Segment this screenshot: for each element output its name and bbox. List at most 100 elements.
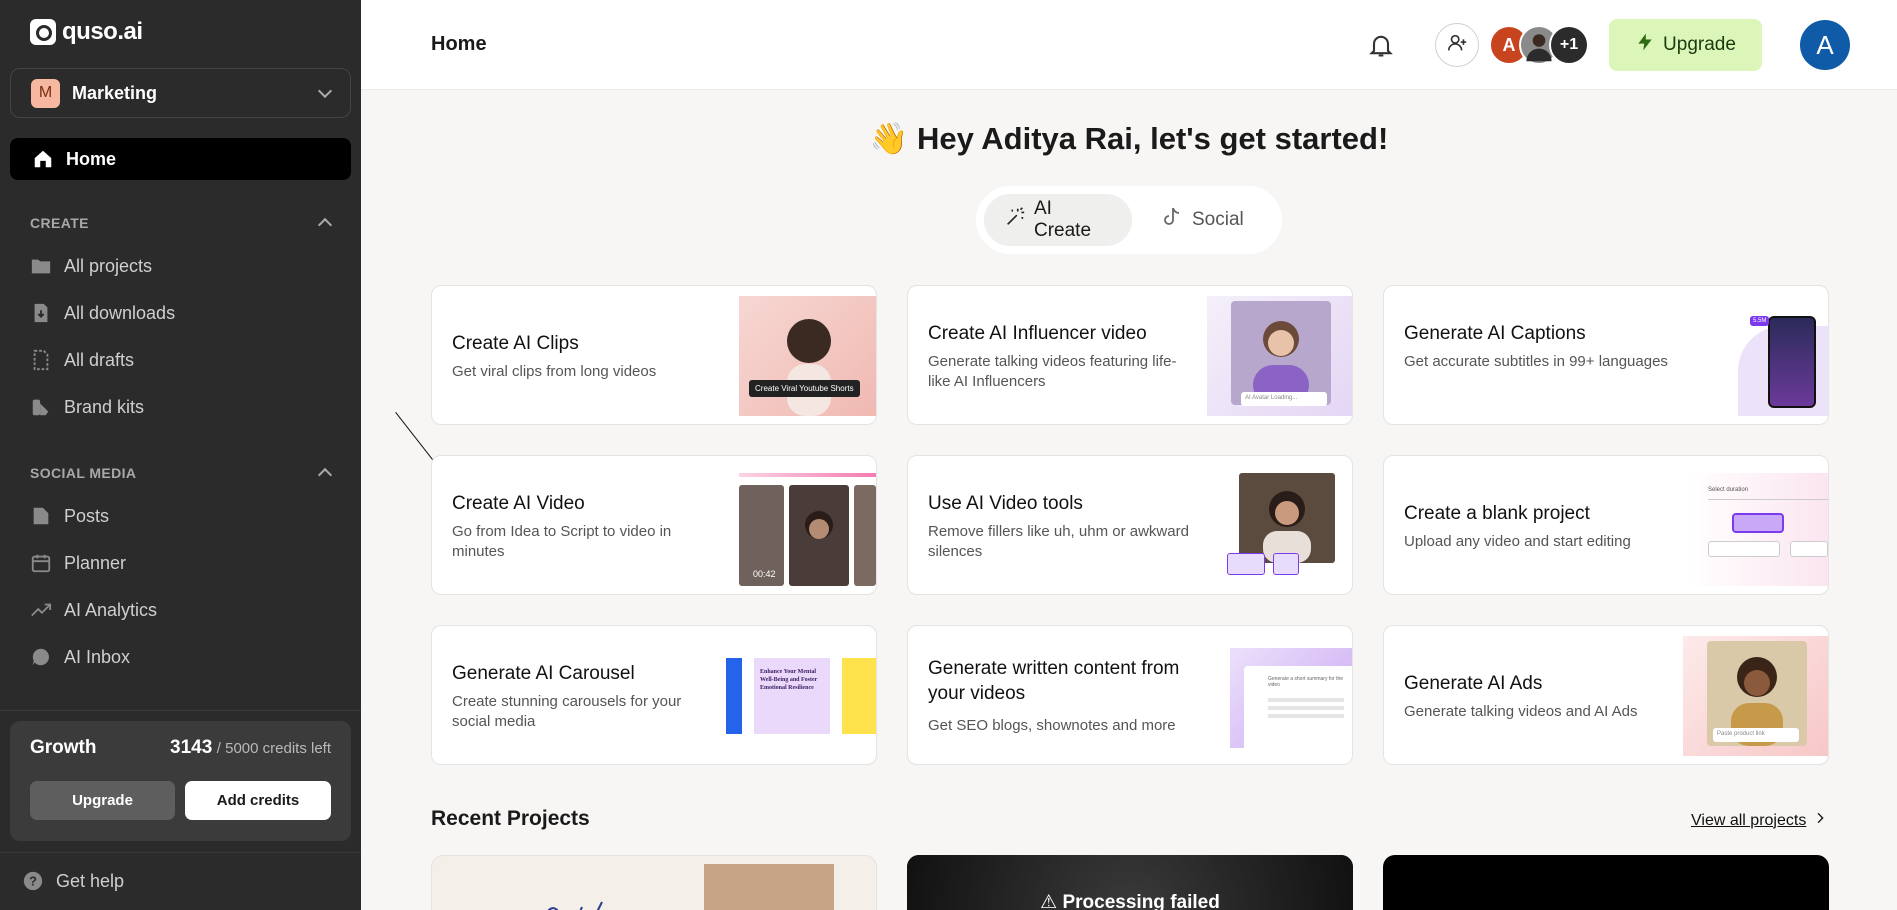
project-thumbnail xyxy=(704,864,834,910)
sidebar-item-ai-inbox[interactable]: AI Inbox xyxy=(30,646,130,668)
card-ai-influencer-video[interactable]: Create AI Influencer video Generate talk… xyxy=(907,285,1353,425)
upgrade-button[interactable]: Upgrade xyxy=(1609,19,1762,71)
thumbnail-caption: Enhance Your Mental Well-Being and Foste… xyxy=(754,658,830,734)
sidebar-item-ai-analytics[interactable]: AI Analytics xyxy=(30,599,157,621)
greeting: 👋 Hey Aditya Rai, let's get started! xyxy=(361,120,1897,157)
card-ai-ads[interactable]: Generate AI Ads Generate talking videos … xyxy=(1383,625,1829,765)
mode-tabs: AI Create Social xyxy=(976,186,1282,254)
ai-ads-thumbnail: Paste product link xyxy=(1683,636,1828,756)
logo[interactable]: quso.ai xyxy=(30,18,143,46)
credits-remaining-label: / 5000 credits left xyxy=(216,740,331,757)
sidebar-item-posts[interactable]: Posts xyxy=(30,505,109,527)
card-ai-video-tools[interactable]: Use AI Video tools Remove fillers like u… xyxy=(907,455,1353,595)
chevron-up-icon xyxy=(317,467,333,483)
workspace-name: Marketing xyxy=(72,82,158,103)
view-all-label: View all projects xyxy=(1691,811,1807,829)
recent-project-card[interactable]: ⚠ Processing failed xyxy=(907,855,1353,910)
card-create-ai-clips[interactable]: Create AI Clips Get viral clips from lon… xyxy=(431,285,877,425)
view-all-projects-link[interactable]: View all projects xyxy=(1691,810,1828,831)
sidebar-item-label: Posts xyxy=(64,505,110,526)
card-title: Create a blank project xyxy=(1404,503,1590,524)
card-description: Go from Idea to Script to video in minut… xyxy=(452,523,672,560)
analytics-icon xyxy=(30,599,52,621)
thumbnail-caption: Select duration xyxy=(1708,487,1749,493)
card-title: Generate AI Ads xyxy=(1404,673,1543,694)
recent-project-card[interactable] xyxy=(431,855,877,910)
card-description: Generate talking videos featuring life-l… xyxy=(928,353,1177,390)
tab-ai-create[interactable]: AI Create xyxy=(984,194,1132,246)
ai-video-tools-thumbnail xyxy=(1207,473,1352,586)
recent-projects-heading: Recent Projects xyxy=(431,807,590,830)
sidebar-item-planner[interactable]: Planner xyxy=(30,552,126,574)
sidebar-item-label: Brand kits xyxy=(64,396,145,417)
card-ai-carousel[interactable]: Generate AI Carousel Create stunning car… xyxy=(431,625,877,765)
section-title: CREATE xyxy=(30,215,89,231)
thumbnail-caption: AI Avatar Loading... xyxy=(1241,392,1327,406)
draft-icon xyxy=(30,349,52,371)
sidebar-item-label: Home xyxy=(66,148,117,169)
help-icon: ? xyxy=(22,870,44,892)
card-description: Get viral clips from long videos xyxy=(452,363,657,380)
create-section-header[interactable]: CREATE xyxy=(30,215,333,233)
sidebar-item-brand-kits[interactable]: Brand kits xyxy=(30,396,144,418)
sidebar-item-all-downloads[interactable]: All downloads xyxy=(30,302,175,324)
card-title: Generate written content from your video… xyxy=(928,658,1180,704)
card-written-content[interactable]: Generate written content from your video… xyxy=(907,625,1353,765)
greeting-text: Hey Aditya Rai, let's get started! xyxy=(916,121,1389,156)
credits-panel: Growth 3143 / 5000 credits left Upgrade … xyxy=(10,721,351,841)
thumbnail-caption: Paste product link xyxy=(1713,728,1799,742)
top-bar: Home A +1 Upgrade A xyxy=(361,0,1897,90)
mouse-pointer-icon xyxy=(395,412,433,460)
home-icon xyxy=(32,148,54,170)
sidebar-item-all-projects[interactable]: All projects xyxy=(30,255,152,277)
written-content-thumbnail: Generate a short summary for the video xyxy=(1230,648,1352,748)
ai-video-thumbnail: 00:42 xyxy=(739,473,876,586)
quso-logo-icon xyxy=(30,19,56,45)
tab-label: AI Create xyxy=(1034,198,1092,241)
section-title: SOCIAL MEDIA xyxy=(30,465,137,481)
card-title: Use AI Video tools xyxy=(928,493,1083,514)
notification-bell-icon[interactable] xyxy=(1367,31,1395,59)
card-title: Create AI Clips xyxy=(452,333,579,354)
thumbnail-caption: Create Viral Youtube Shorts xyxy=(749,380,860,397)
invite-member-button[interactable] xyxy=(1435,23,1479,67)
card-title: Create AI Influencer video xyxy=(928,323,1147,344)
warning-icon: ⚠ xyxy=(1040,892,1058,910)
posts-icon xyxy=(30,505,52,527)
card-title: Generate AI Captions xyxy=(1404,323,1586,344)
blank-project-thumbnail: Select duration xyxy=(1688,473,1828,586)
add-credits-button[interactable]: Add credits xyxy=(185,781,331,820)
sidebar-item-label: All projects xyxy=(64,255,153,276)
get-help-link[interactable]: ? Get help xyxy=(22,870,124,892)
thumbnail-caption: Generate a short summary for the video xyxy=(1268,676,1344,688)
sidebar-item-all-drafts[interactable]: All drafts xyxy=(30,349,134,371)
card-description: Upload any video and start editing xyxy=(1404,533,1631,550)
magic-wand-icon xyxy=(1004,206,1026,234)
card-generate-ai-captions[interactable]: Generate AI Captions Get accurate subtit… xyxy=(1383,285,1829,425)
sidebar-item-home[interactable]: Home xyxy=(10,138,351,180)
processing-failed-label: ⚠ Processing failed xyxy=(907,891,1353,910)
tab-social[interactable]: Social xyxy=(1140,194,1264,246)
card-create-ai-video[interactable]: Create AI Video Go from Idea to Script t… xyxy=(431,455,877,595)
recent-project-card[interactable] xyxy=(1383,855,1829,910)
ai-carousel-thumbnail: Enhance Your Mental Well-Being and Foste… xyxy=(726,658,876,736)
card-blank-project[interactable]: Create a blank project Upload any video … xyxy=(1383,455,1829,595)
workspace-switcher[interactable]: M Marketing xyxy=(10,68,351,118)
sidebar-item-label: AI Analytics xyxy=(64,599,158,620)
user-avatar[interactable]: A xyxy=(1800,20,1850,70)
get-help-label: Get help xyxy=(56,870,125,891)
calendar-icon xyxy=(30,552,52,574)
signature-icon xyxy=(547,901,603,910)
more-members-badge[interactable]: +1 xyxy=(1549,25,1589,65)
wave-emoji: 👋 xyxy=(869,121,909,156)
card-description: Get SEO blogs, shownotes and more xyxy=(928,717,1176,734)
thumbnail-caption: 5.5M xyxy=(1750,316,1770,326)
chevron-up-icon xyxy=(317,217,333,233)
social-section-header[interactable]: SOCIAL MEDIA xyxy=(30,465,333,483)
divider xyxy=(0,710,361,711)
svg-text:?: ? xyxy=(29,874,37,889)
sidebar-item-label: AI Inbox xyxy=(64,646,131,667)
upgrade-plan-button[interactable]: Upgrade xyxy=(30,781,175,820)
card-title: Create AI Video xyxy=(452,493,585,514)
video-duration: 00:42 xyxy=(753,569,776,579)
